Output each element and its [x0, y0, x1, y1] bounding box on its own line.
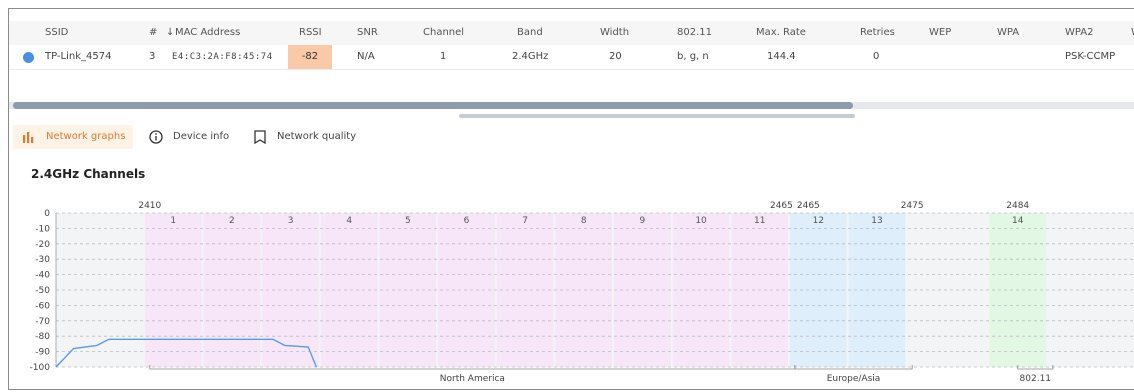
column-mac-address[interactable]: MAC Address	[175, 21, 240, 45]
bookmark-icon	[254, 130, 266, 144]
column-width[interactable]: Width	[600, 21, 629, 45]
tab-device-info-label: Device info	[173, 131, 230, 142]
bar-chart-icon	[23, 132, 34, 143]
channel-label: 7	[522, 216, 528, 226]
channel-label: 8	[581, 216, 587, 226]
frequency-label: 2410	[138, 201, 161, 211]
region-label: Europe/Asia	[827, 374, 881, 384]
channel-label: 4	[346, 216, 352, 226]
channel-label: 13	[871, 216, 882, 226]
channel-label: 3	[288, 216, 294, 226]
y-tick-label: -20	[35, 240, 50, 250]
snr-cell: N/A	[357, 51, 375, 62]
y-tick-label: -100	[30, 363, 51, 373]
channel-label: 11	[754, 216, 765, 226]
mac-cell: E4:C3:2A:F8:45:74	[172, 52, 273, 62]
column-wep[interactable]: WEP	[929, 21, 951, 45]
retries-cell: 0	[873, 51, 880, 62]
y-tick-label: -50	[35, 286, 50, 296]
channel-label: 5	[405, 216, 411, 226]
width-cell: 20	[609, 51, 622, 62]
tab-device-info[interactable]: Device info	[143, 125, 239, 149]
table-row[interactable]: TP-Link_4574 3 E4:C3:2A:F8:45:74 -82 N/A…	[9, 45, 1134, 70]
column-snr[interactable]: SNR	[357, 21, 378, 45]
y-tick-label: -40	[35, 271, 50, 281]
column-802-11[interactable]: 802.11	[677, 21, 712, 45]
channel-cell: 1	[440, 51, 447, 62]
region-label: North America	[440, 374, 505, 384]
tab-bar: Network graphs Device info Network quali…	[9, 123, 1134, 151]
region-label: 802.11	[1020, 374, 1052, 384]
protocol-cell: b, g, n	[677, 51, 709, 62]
wpa2-cell: PSK-CCMP	[1065, 51, 1116, 62]
frequency-label: 2465	[797, 201, 820, 211]
rssi-cell: -82	[288, 45, 332, 69]
network-color-dot	[23, 52, 34, 63]
channel-label: 2	[229, 216, 235, 226]
index-cell: 3	[149, 51, 156, 62]
band-cell: 2.4GHz	[512, 51, 549, 62]
channel-label: 6	[464, 216, 470, 226]
column-band[interactable]: Band	[517, 21, 543, 45]
sort-down-icon: ↓	[166, 27, 175, 38]
column-ssid[interactable]: SSID	[45, 21, 68, 45]
channel-label: 14	[1012, 216, 1024, 226]
channel-label: 1	[170, 216, 176, 226]
max-rate-cell: 144.4	[767, 51, 796, 62]
y-tick-label: -10	[35, 224, 50, 234]
channel-chart: 1 2 3 4 5 6 7 8 9 10 11 12 13 140-10-20-30-40-50-60-7…	[30, 201, 1134, 384]
column-index[interactable]: #	[149, 21, 157, 45]
y-tick-label: 0	[44, 209, 50, 219]
frequency-label: 2465	[770, 201, 793, 211]
y-tick-label: -80	[35, 332, 50, 342]
column-wpa[interactable]: WPA	[997, 21, 1019, 45]
frequency-label: 2484	[1006, 201, 1029, 211]
channel-label: 9	[640, 216, 646, 226]
tab-network-graphs-label: Network graphs	[46, 131, 126, 142]
tab-network-graphs[interactable]: Network graphs	[13, 125, 133, 149]
channel-label: 10	[695, 216, 707, 226]
channel-label: 12	[813, 216, 824, 226]
tab-network-quality-label: Network quality	[277, 131, 357, 142]
column-max-rate[interactable]: Max. Rate	[756, 21, 806, 45]
chart-title: 2.4GHz Channels	[31, 167, 146, 181]
y-tick-label: -60	[35, 301, 50, 311]
y-tick-label: -30	[35, 255, 50, 265]
y-tick-label: -90	[35, 348, 50, 358]
table-header: SSID # ↓ MAC Address RSSI SNR Channel Ba…	[9, 21, 1134, 46]
column-retries[interactable]: Retries	[860, 21, 895, 45]
info-icon	[149, 130, 163, 144]
ssid-cell: TP-Link_4574	[45, 51, 112, 62]
horizontal-scrollbar-thumb[interactable]	[13, 102, 853, 109]
column-wpa2[interactable]: WPA2	[1065, 21, 1093, 45]
wifi-scanner-panel: SSID # ↓ MAC Address RSSI SNR Channel Ba…	[8, 8, 1134, 390]
column-channel[interactable]: Channel	[423, 21, 464, 45]
column-rssi[interactable]: RSSI	[299, 21, 322, 45]
y-tick-label: -70	[35, 317, 50, 327]
frequency-label: 2475	[901, 201, 924, 211]
tab-network-quality[interactable]: Network quality	[247, 125, 369, 149]
secondary-scrollbar-thumb[interactable]	[459, 114, 855, 118]
